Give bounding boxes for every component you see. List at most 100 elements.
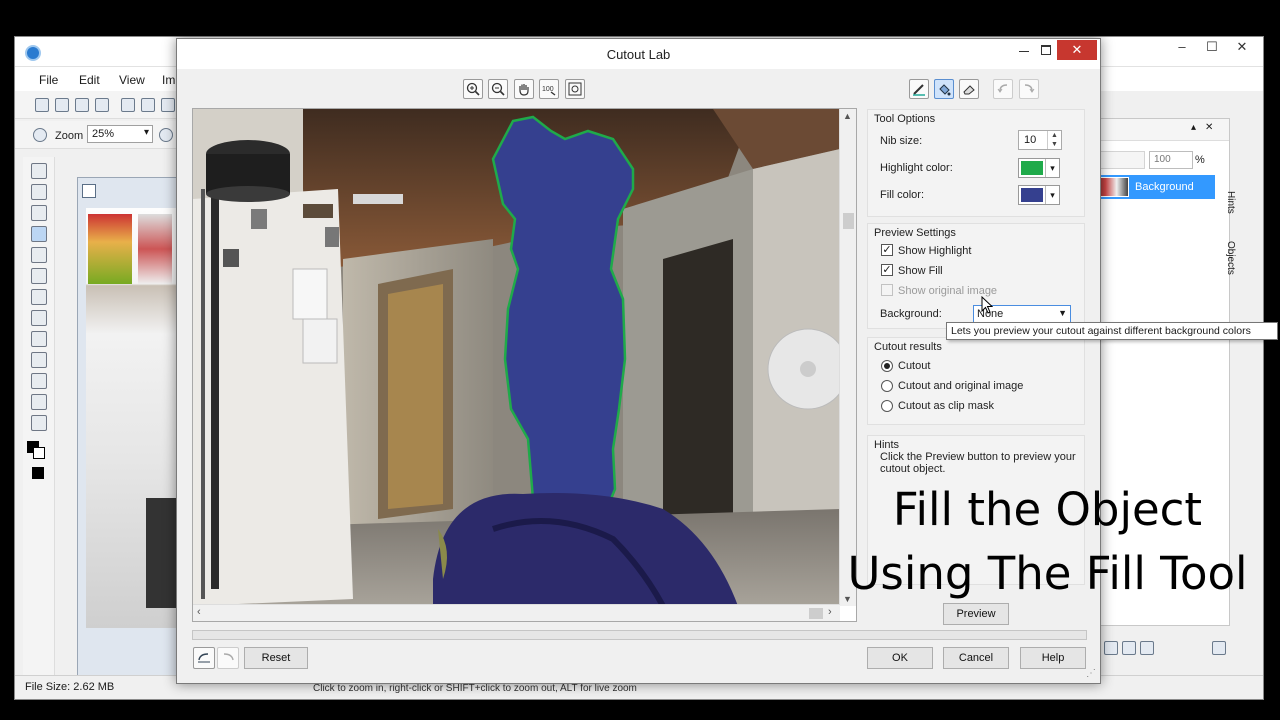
preview-image[interactable] xyxy=(193,109,840,606)
chevron-down-icon: ▾ xyxy=(1045,186,1059,204)
shape-tool-icon[interactable] xyxy=(31,331,47,347)
zoom-out-icon[interactable] xyxy=(488,79,508,99)
undo-all-icon[interactable] xyxy=(193,647,215,669)
radio-cutout[interactable] xyxy=(881,360,893,372)
selection-tool-icon[interactable] xyxy=(31,184,47,200)
mask-layer-icon[interactable] xyxy=(1140,641,1154,655)
effect-tool-icon[interactable] xyxy=(31,415,47,431)
show-original-checkbox[interactable] xyxy=(881,284,893,296)
cutout-results-title: Cutout results xyxy=(874,341,942,353)
property-bar: Zoom 25% ▾ xyxy=(15,121,177,149)
new-file-icon[interactable] xyxy=(35,98,49,112)
scroll-left-icon[interactable]: ‹ xyxy=(197,606,201,618)
ok-button[interactable]: OK xyxy=(867,647,933,669)
photo-canvas xyxy=(193,109,840,606)
new-layer-icon[interactable] xyxy=(1104,641,1118,655)
delete-layer-icon[interactable] xyxy=(1212,641,1226,655)
layer-row-background[interactable]: Background xyxy=(1091,175,1215,199)
nib-size-input[interactable]: 10 ▲ ▼ xyxy=(1018,130,1062,150)
fill-color-picker[interactable]: ▾ xyxy=(1018,185,1060,205)
opacity-input[interactable]: 100 xyxy=(1149,151,1193,169)
zoom-tool-icon[interactable] xyxy=(33,128,47,142)
text-tool-icon[interactable] xyxy=(31,289,47,305)
print-icon[interactable] xyxy=(95,98,109,112)
redo-all-icon[interactable] xyxy=(217,647,239,669)
spinner-arrows-icon[interactable]: ▲ ▼ xyxy=(1047,131,1061,149)
eyedropper-tool-icon[interactable] xyxy=(31,247,47,263)
opacity-value: 100 xyxy=(1154,154,1171,165)
horizontal-scroll-thumb[interactable] xyxy=(809,608,823,619)
menu-file[interactable]: File xyxy=(39,73,58,87)
poster-image xyxy=(88,214,132,284)
highlight-color-swatch xyxy=(1021,161,1043,175)
zoom-in-icon[interactable] xyxy=(463,79,483,99)
radio-cutout-and-original[interactable] xyxy=(881,380,893,392)
preview-button[interactable]: Preview xyxy=(943,603,1009,625)
crop-tool-icon[interactable] xyxy=(31,205,47,221)
tab-objects[interactable]: Objects xyxy=(1216,230,1236,286)
cutout-preview-area[interactable]: ▲ ▼ ‹ › xyxy=(192,108,857,622)
fill-tool-icon[interactable] xyxy=(934,79,954,99)
cancel-button[interactable]: Cancel xyxy=(943,647,1009,669)
hints-text: Click the Preview button to preview your… xyxy=(880,451,1076,475)
eraser-tool-icon[interactable] xyxy=(31,268,47,284)
save-icon[interactable] xyxy=(75,98,89,112)
dialog-titlebar: Cutout Lab ✕ xyxy=(177,39,1100,69)
close-icon[interactable]: ✕ xyxy=(1227,37,1257,59)
vertical-scroll-thumb[interactable] xyxy=(843,213,854,229)
fill-color-swatch xyxy=(1021,188,1043,202)
menu-view[interactable]: View xyxy=(119,73,145,87)
zoom-to-fit-icon[interactable] xyxy=(565,79,585,99)
zoom-100-icon[interactable]: 100 xyxy=(539,79,559,99)
radio-clip-mask-label: Cutout as clip mask xyxy=(898,400,994,412)
zoom-tool-active-icon[interactable] xyxy=(31,226,47,242)
pan-hand-icon[interactable] xyxy=(514,79,534,99)
background-color-swatch[interactable] xyxy=(33,447,45,459)
clone-tool-icon[interactable] xyxy=(31,394,47,410)
minimize-icon[interactable] xyxy=(1013,41,1035,61)
reset-button[interactable]: Reset xyxy=(244,647,308,669)
maximize-icon[interactable]: ☐ xyxy=(1197,37,1227,59)
opacity-unit: % xyxy=(1195,154,1205,166)
open-file-icon[interactable] xyxy=(55,98,69,112)
highlighter-tool-icon[interactable] xyxy=(909,79,929,99)
maximize-icon[interactable] xyxy=(1035,41,1057,61)
highlight-color-picker[interactable]: ▾ xyxy=(1018,158,1060,178)
fill-tool-icon[interactable] xyxy=(31,352,47,368)
redo-icon[interactable] xyxy=(1019,79,1039,99)
show-fill-checkbox[interactable]: ✓ xyxy=(881,264,893,276)
pick-tool-icon[interactable] xyxy=(31,163,47,179)
shadow-area xyxy=(146,498,176,608)
show-fill-label: Show Fill xyxy=(898,265,943,277)
tool-options-group: Tool Options Nib size: 10 ▲ ▼ Highlight c… xyxy=(867,109,1085,217)
help-button[interactable]: Help xyxy=(1020,647,1086,669)
collapse-icon[interactable]: ▴ xyxy=(1191,122,1196,133)
scroll-up-icon[interactable]: ▲ xyxy=(843,111,852,121)
copy-icon[interactable] xyxy=(141,98,155,112)
resize-grip-icon[interactable]: ⋰ xyxy=(1086,668,1096,679)
zoom-in-icon[interactable] xyxy=(159,128,173,142)
minimize-icon[interactable]: – xyxy=(1167,37,1197,59)
red-eye-tool-icon[interactable] xyxy=(31,310,47,326)
chevron-down-icon: ▼ xyxy=(1058,308,1067,318)
cut-icon[interactable] xyxy=(121,98,135,112)
close-button[interactable]: ✕ xyxy=(1057,40,1097,60)
panel-close-icon[interactable]: ✕ xyxy=(1205,122,1213,133)
tab-hints[interactable]: Hints xyxy=(1216,178,1236,226)
menu-edit[interactable]: Edit xyxy=(79,73,100,87)
cutout-results-group: Cutout results Cutout Cutout and origina… xyxy=(867,337,1085,425)
nib-size-label: Nib size: xyxy=(880,135,923,147)
fill-color-swatch[interactable] xyxy=(32,467,44,479)
eraser-tool-icon[interactable] xyxy=(959,79,979,99)
paste-icon[interactable] xyxy=(161,98,175,112)
duplicate-layer-icon[interactable] xyxy=(1122,641,1136,655)
undo-icon[interactable] xyxy=(993,79,1013,99)
scroll-right-icon[interactable]: › xyxy=(828,606,832,618)
radio-cutout-label: Cutout xyxy=(898,360,931,372)
show-highlight-checkbox[interactable]: ✓ xyxy=(881,244,893,256)
brush-tool-icon[interactable] xyxy=(31,373,47,389)
radio-clip-mask[interactable] xyxy=(881,400,893,412)
horizontal-scrollbar[interactable]: ‹ › xyxy=(193,604,840,621)
zoom-select[interactable]: 25% ▾ xyxy=(87,125,153,143)
menu-image[interactable]: Im xyxy=(162,73,175,87)
